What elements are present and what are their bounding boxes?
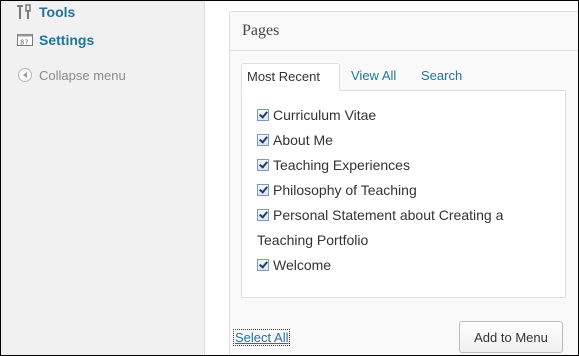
collapse-arrow-icon bbox=[16, 66, 34, 84]
settings-icon: 8? bbox=[16, 31, 34, 49]
sidebar-item-label: Tools bbox=[39, 4, 76, 20]
title-divider bbox=[230, 50, 578, 51]
svg-text:8?: 8? bbox=[20, 39, 28, 47]
main-content: Pages Most Recent View All Search Curric… bbox=[205, 1, 578, 355]
window-frame: Tools 8? Settings Collapse menu Pages Mo… bbox=[0, 0, 579, 356]
list-item[interactable]: Curriculum Vitae bbox=[257, 103, 557, 128]
checkbox[interactable] bbox=[257, 209, 269, 221]
list-item[interactable]: Philosophy of Teaching bbox=[257, 178, 557, 203]
sidebar-item-tools[interactable]: Tools bbox=[1, 1, 204, 26]
tab-search[interactable]: Search bbox=[416, 63, 467, 89]
pages-metabox: Pages Most Recent View All Search Curric… bbox=[229, 11, 578, 355]
list-item[interactable]: Teaching Experiences bbox=[257, 153, 557, 178]
tools-icon bbox=[16, 3, 34, 21]
admin-sidebar: Tools 8? Settings Collapse menu bbox=[1, 1, 205, 355]
checkbox[interactable] bbox=[257, 134, 269, 146]
select-all-link[interactable]: Select All bbox=[232, 329, 291, 346]
sidebar-item-settings[interactable]: 8? Settings bbox=[1, 26, 204, 54]
checkbox[interactable] bbox=[257, 184, 269, 196]
collapse-menu-button[interactable]: Collapse menu bbox=[1, 61, 204, 89]
add-to-menu-button[interactable]: Add to Menu bbox=[459, 321, 563, 353]
checkbox[interactable] bbox=[257, 259, 269, 271]
checkbox[interactable] bbox=[257, 159, 269, 171]
list-item[interactable]: Personal Statement about Creating a Teac… bbox=[257, 203, 557, 253]
collapse-menu-label: Collapse menu bbox=[39, 67, 126, 83]
list-item[interactable]: Welcome bbox=[257, 253, 557, 278]
pages-tabs: Most Recent View All Search bbox=[241, 63, 578, 91]
page-checklist: Curriculum Vitae About Me Teaching Exper… bbox=[257, 103, 557, 278]
pages-box-title: Pages bbox=[242, 22, 280, 39]
tab-view-all[interactable]: View All bbox=[346, 63, 401, 89]
sidebar-item-label: Settings bbox=[39, 32, 95, 48]
list-item[interactable]: About Me bbox=[257, 128, 557, 153]
most-recent-panel: Curriculum Vitae About Me Teaching Exper… bbox=[241, 90, 566, 298]
tab-most-recent[interactable]: Most Recent bbox=[241, 63, 340, 91]
checkbox[interactable] bbox=[257, 109, 269, 121]
